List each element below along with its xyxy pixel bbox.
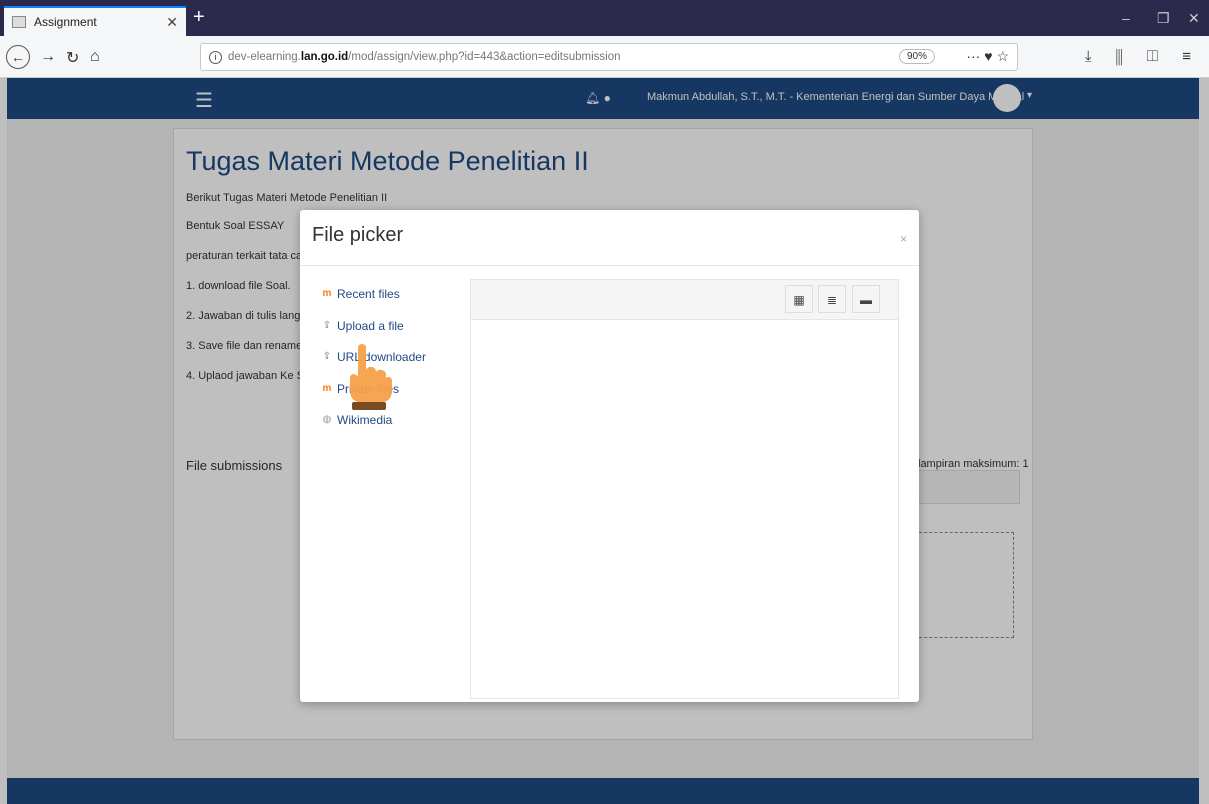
dialog-header: File picker × bbox=[300, 210, 919, 266]
repository-label: Upload a file bbox=[337, 318, 404, 333]
repository-upload-file[interactable]: ⇪ Upload a file bbox=[320, 316, 460, 336]
url-text: dev-elearning.lan.go.id/mod/assign/view.… bbox=[228, 51, 621, 63]
restore-icon[interactable]: ❐ bbox=[1157, 10, 1170, 27]
home-icon[interactable]: ⌂ bbox=[90, 48, 100, 66]
repository-recent-files[interactable]: m Recent files bbox=[320, 284, 460, 304]
wiki-icon: ◍ bbox=[322, 414, 332, 425]
toolbar-icons[interactable]: ⤓ ⫼ ◫ ≡ bbox=[1085, 48, 1201, 65]
folder-view-icon[interactable]: ▬ bbox=[852, 285, 880, 313]
page-favicon-icon bbox=[12, 16, 26, 28]
dialog-close-button[interactable]: × bbox=[900, 232, 907, 246]
reload-icon[interactable]: ↻ bbox=[66, 48, 79, 68]
repository-label: Recent files bbox=[337, 287, 400, 301]
icon-view-icon[interactable]: ▦ bbox=[785, 285, 813, 313]
minimize-icon[interactable]: – bbox=[1122, 10, 1130, 26]
moodle-icon: m bbox=[322, 382, 332, 394]
file-picker-dialog: File picker × m Recent files ⇪ Upload a … bbox=[300, 210, 919, 702]
repository-wikimedia[interactable]: ◍ Wikimedia bbox=[320, 410, 460, 430]
forward-arrow-icon[interactable]: → bbox=[40, 48, 56, 66]
upload-icon: ⇪ bbox=[322, 319, 332, 331]
browser-tab[interactable]: Assignment ✕ bbox=[4, 6, 186, 36]
window-close-icon[interactable]: ✕ bbox=[1188, 10, 1200, 27]
address-bar[interactable]: i dev-elearning.lan.go.id/mod/assign/vie… bbox=[200, 43, 1018, 71]
file-picker-content: ▦ ≣ ▬ bbox=[470, 279, 899, 699]
site-info-icon[interactable]: i bbox=[209, 50, 222, 64]
browser-tab-bar: Assignment ✕ + – ❐ ✕ bbox=[0, 0, 1209, 36]
tab-close-icon[interactable]: ✕ bbox=[166, 14, 178, 31]
list-view-icon[interactable]: ≣ bbox=[818, 285, 846, 313]
new-tab-button[interactable]: + bbox=[193, 7, 205, 27]
dialog-title: File picker bbox=[312, 224, 404, 246]
upload-icon: ⇪ bbox=[322, 351, 332, 362]
hand-pointer-icon bbox=[350, 344, 392, 410]
moodle-icon: m bbox=[322, 288, 332, 299]
tab-title: Assignment bbox=[34, 15, 97, 29]
page-actions-icons[interactable]: ··· ♥ ☆ bbox=[966, 48, 1009, 65]
zoom-level[interactable]: 90% bbox=[898, 49, 935, 64]
back-arrow-icon[interactable]: ← bbox=[6, 45, 30, 69]
file-picker-toolbar: ▦ ≣ ▬ bbox=[471, 280, 898, 320]
repository-label: Wikimedia bbox=[337, 413, 393, 427]
browser-nav-bar: ← → ↻ ⌂ i dev-elearning.lan.go.id/mod/as… bbox=[0, 36, 1209, 78]
